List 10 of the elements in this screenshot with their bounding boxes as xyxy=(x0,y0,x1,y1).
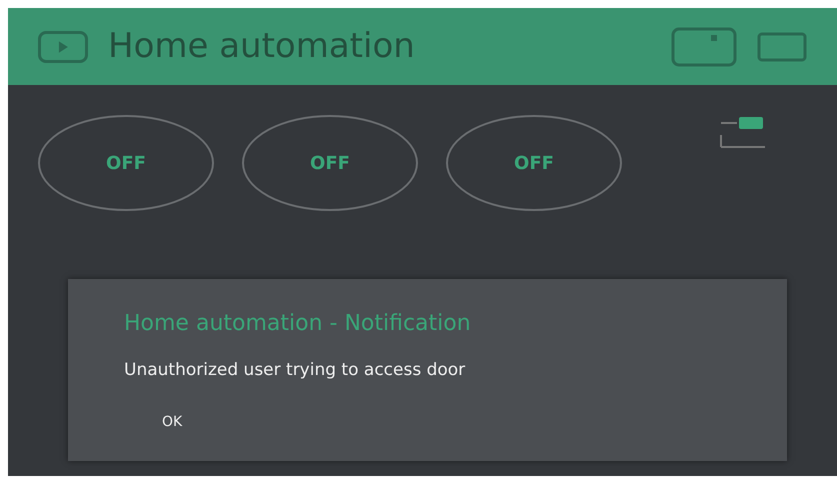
ok-button[interactable]: OK xyxy=(124,406,220,438)
toggle-button[interactable]: OFF xyxy=(38,115,214,211)
play-icon[interactable] xyxy=(38,30,88,62)
window-icon[interactable] xyxy=(757,32,807,62)
device-icon[interactable] xyxy=(671,26,737,66)
toggle-button[interactable]: OFF xyxy=(446,115,622,211)
toggle-button[interactable]: OFF xyxy=(242,115,418,211)
dialog-message: Unauthorized user trying to access door xyxy=(124,359,466,382)
dialog-title: Home automation - Notification xyxy=(124,310,472,338)
app-title: Home automation xyxy=(108,25,416,68)
